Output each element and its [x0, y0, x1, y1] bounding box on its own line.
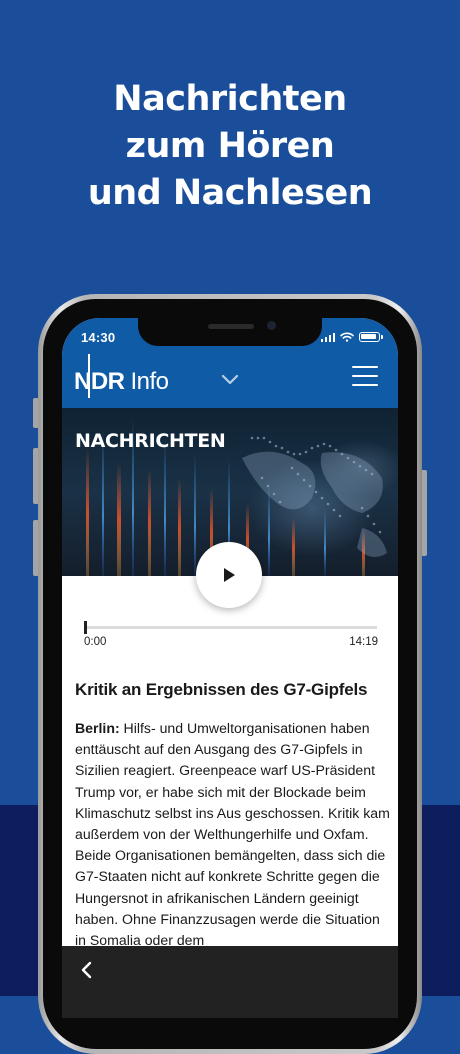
elapsed-time: 0:00 [84, 636, 107, 648]
chevron-down-icon [221, 374, 239, 385]
menu-button[interactable] [352, 366, 378, 388]
back-button[interactable] [78, 960, 96, 980]
wifi-icon [340, 332, 354, 342]
phone-notch [138, 318, 322, 346]
play-icon [224, 568, 235, 582]
logo-info: Info [130, 368, 170, 395]
chevron-left-icon [81, 961, 92, 979]
status-icons [320, 331, 383, 343]
ndr-info-logo[interactable]: NDR Info [74, 354, 170, 400]
phone-camera [267, 321, 276, 330]
battery-icon [359, 332, 383, 342]
hamburger-menu-icon [352, 366, 378, 368]
station-dropdown-button[interactable] [218, 368, 242, 392]
status-time: 14:30 [81, 330, 116, 345]
logo-ndr: NDR [74, 368, 125, 395]
total-time: 14:19 [349, 636, 378, 648]
headline-line-3: und Nachlesen [87, 173, 373, 213]
phone-speaker [208, 324, 254, 329]
app-screen: 14:30 NDR Info NACHRICHTEN 0:00 14:19 Kr… [62, 318, 398, 1018]
article-body: Berlin: Hilfs- und Umweltorganisationen … [75, 718, 393, 951]
logo-divider [88, 354, 90, 398]
signal-icon [320, 332, 335, 342]
play-button[interactable] [196, 542, 262, 608]
promo-headline: Nachrichten zum Hören und Nachlesen [0, 76, 460, 217]
article-dateline: Berlin: [75, 720, 120, 736]
article-title: Kritik an Ergebnissen des G7-Gipfels [75, 680, 368, 699]
hero-title: NACHRICHTEN [75, 430, 226, 452]
bottom-navigation-bar [62, 946, 398, 1018]
article-text: Hilfs- und Umweltorganisationen haben en… [75, 720, 390, 949]
progress-track[interactable] [84, 626, 377, 629]
progress-handle[interactable] [84, 621, 87, 634]
headline-line-2: zum Hören [125, 126, 335, 166]
headline-line-1: Nachrichten [113, 79, 347, 119]
